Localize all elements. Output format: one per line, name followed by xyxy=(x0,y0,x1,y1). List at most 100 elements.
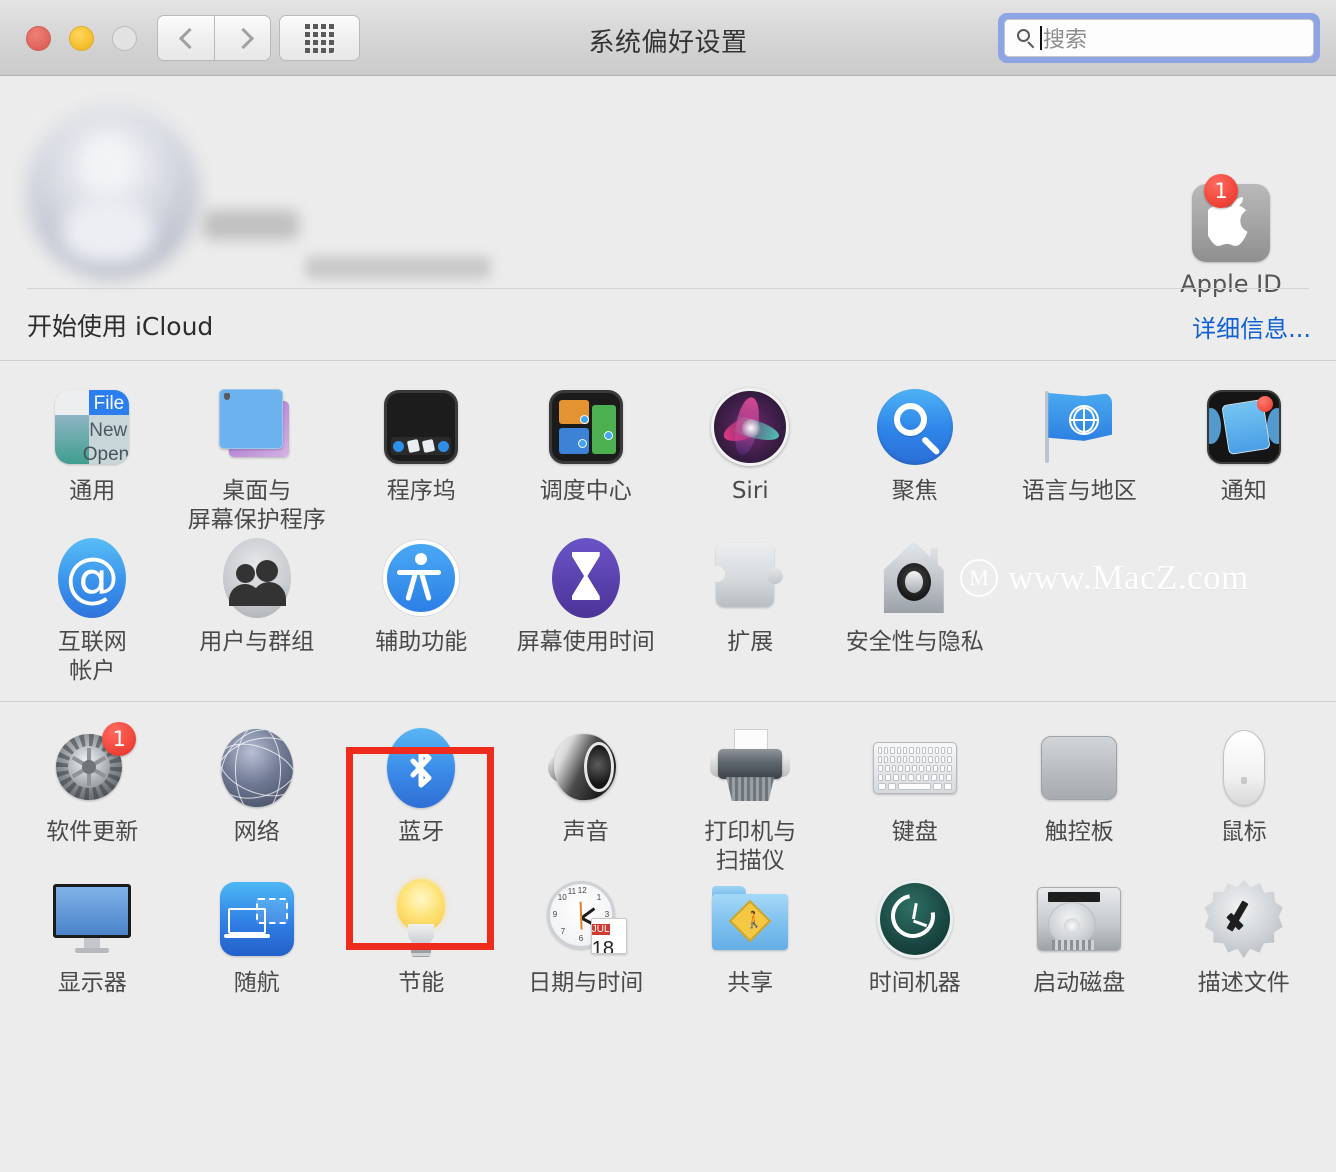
apple-id-badge: 1 xyxy=(1204,174,1238,208)
pref-label: 启动磁盘 xyxy=(1033,970,1126,997)
account-email-blurred xyxy=(305,256,491,279)
printers-scanners-icon xyxy=(708,726,792,810)
pref-label: 声音 xyxy=(562,819,609,846)
text-cursor xyxy=(1040,26,1042,50)
internet-accounts-icon: @ xyxy=(50,536,134,620)
calendar-month: JUL xyxy=(591,924,610,936)
bluetooth-icon xyxy=(379,726,463,810)
search-field-container[interactable]: 搜索 xyxy=(998,13,1320,63)
search-icon xyxy=(1017,28,1036,48)
pref-item-mouse[interactable]: 鼠标 xyxy=(1162,724,1327,875)
pref-label: 程序坞 xyxy=(386,478,456,504)
startup-disk-icon xyxy=(1037,877,1122,961)
pref-label: 共享 xyxy=(727,970,774,997)
pref-label: 通用 xyxy=(69,478,116,504)
keyboard-icon xyxy=(872,726,957,810)
pref-item-users-groups[interactable]: 用户与群组 xyxy=(175,534,340,685)
pref-label: 鼠标 xyxy=(1220,819,1267,846)
pref-label: 时间机器 xyxy=(868,970,961,997)
mouse-icon xyxy=(1202,726,1286,810)
icloud-prompt: 开始使用 iCloud xyxy=(27,312,214,341)
pref-label: 辅助功能 xyxy=(375,629,468,656)
desktop-screensaver-icon xyxy=(215,385,299,469)
sidecar-icon xyxy=(215,877,299,961)
security-privacy-icon xyxy=(873,536,957,620)
pref-item-sidecar[interactable]: 随航 xyxy=(175,875,340,998)
profiles-icon xyxy=(1202,877,1286,961)
pref-item-notifications[interactable]: 通知 xyxy=(1162,383,1327,534)
pref-item-bluetooth[interactable]: 蓝牙 xyxy=(339,724,504,875)
pref-item-sound[interactable]: 声音 xyxy=(504,724,669,875)
sound-icon xyxy=(544,726,628,810)
pref-label: 节能 xyxy=(398,970,445,997)
avatar-body-shape xyxy=(63,198,153,262)
pref-item-language-region[interactable]: 语言与地区 xyxy=(997,383,1162,534)
pref-item-energy-saver[interactable]: 节能 xyxy=(339,875,504,998)
header-divider xyxy=(27,288,1309,289)
trackpad-icon xyxy=(1037,726,1121,810)
system-preferences-window: 系统偏好设置 搜索 1 Apple ID 开始使用 iCloud 详细信息...… xyxy=(0,0,1336,1172)
apple-id-label: Apple ID xyxy=(1180,270,1282,298)
accessibility-icon xyxy=(379,536,463,620)
search-placeholder: 搜索 xyxy=(1043,28,1088,53)
pref-item-date-time[interactable]: 12 1 3 5 6 7 9 10 11 JUL 18 xyxy=(504,875,669,998)
pref-item-keyboard[interactable]: 键盘 xyxy=(833,724,998,875)
network-icon xyxy=(215,726,299,810)
pref-item-desktop-screensaver[interactable]: 桌面与 屏幕保护程序 xyxy=(175,383,340,534)
time-machine-icon xyxy=(873,877,957,961)
pref-label: 通知 xyxy=(1220,478,1267,504)
spotlight-icon xyxy=(873,385,957,469)
pref-label: 软件更新 xyxy=(46,819,139,846)
pref-item-network[interactable]: 网络 xyxy=(175,724,340,875)
pref-item-internet-accounts[interactable]: @ 互联网 帐户 xyxy=(10,534,175,685)
pref-label: 网络 xyxy=(233,819,280,846)
pref-label: 桌面与 屏幕保护程序 xyxy=(187,478,326,533)
pref-item-displays[interactable]: 显示器 xyxy=(10,875,175,998)
pref-item-security-privacy[interactable]: 安全性与隐私 xyxy=(833,534,998,685)
pref-item-accessibility[interactable]: 辅助功能 xyxy=(339,534,504,685)
details-link[interactable]: 详细信息... xyxy=(1192,309,1311,344)
pref-item-software-update[interactable]: 1 软件更新 xyxy=(10,722,175,875)
pref-item-screen-time[interactable]: 屏幕使用时间 xyxy=(504,534,669,685)
search-field[interactable]: 搜索 xyxy=(1004,19,1314,57)
pref-label: 显示器 xyxy=(57,970,127,997)
pref-item-siri[interactable]: Siri xyxy=(668,383,833,534)
displays-icon xyxy=(50,877,134,961)
pref-item-time-machine[interactable]: 时间机器 xyxy=(833,875,998,998)
pref-item-trackpad[interactable]: 触控板 xyxy=(997,724,1162,875)
date-time-icon: 12 1 3 5 6 7 9 10 11 JUL 18 xyxy=(544,877,628,961)
pref-label: 安全性与隐私 xyxy=(845,629,984,656)
apple-logo-icon: 1 xyxy=(1192,174,1270,262)
apple-id-header: 1 Apple ID 开始使用 iCloud 详细信息... xyxy=(0,76,1336,360)
calendar-badge: JUL 18 xyxy=(590,918,627,955)
pref-item-mission-control[interactable]: 调度中心 xyxy=(504,383,669,534)
pref-item-profiles[interactable]: 描述文件 xyxy=(1162,875,1327,998)
pref-label: 打印机与 扫描仪 xyxy=(704,819,797,874)
pref-label: 随航 xyxy=(233,970,280,997)
energy-saver-icon xyxy=(379,877,463,961)
pref-label: 键盘 xyxy=(891,819,938,846)
avatar-head-shape xyxy=(85,138,129,190)
pref-item-spotlight[interactable]: 聚焦 xyxy=(833,383,998,534)
apple-id-tile[interactable]: 1 Apple ID xyxy=(1151,174,1311,298)
pref-item-sharing[interactable]: 🚶 共享 xyxy=(668,875,833,998)
general-icon: File New Open xyxy=(50,385,134,469)
pref-label: 描述文件 xyxy=(1197,970,1290,997)
pref-item-startup-disk[interactable]: 启动磁盘 xyxy=(997,875,1162,998)
extensions-icon xyxy=(708,536,792,620)
dock-icon xyxy=(379,385,463,469)
pref-label: 屏幕使用时间 xyxy=(516,629,655,656)
users-groups-icon xyxy=(215,536,299,620)
pref-label: 日期与时间 xyxy=(528,970,644,997)
siri-icon xyxy=(708,385,792,469)
pref-item-extensions[interactable]: 扩展 xyxy=(668,534,833,685)
software-update-icon: 1 xyxy=(50,722,137,810)
account-name-blurred xyxy=(203,210,299,240)
pref-label: Siri xyxy=(731,478,769,504)
pref-item-dock[interactable]: 程序坞 xyxy=(339,383,504,534)
pref-item-general[interactable]: File New Open 通用 xyxy=(10,383,175,534)
pref-item-printers-scanners[interactable]: 打印机与 扫描仪 xyxy=(668,724,833,875)
mission-control-icon xyxy=(544,385,628,469)
pref-label: 语言与地区 xyxy=(1021,478,1137,504)
window-titlebar: 系统偏好设置 搜索 xyxy=(0,0,1336,76)
